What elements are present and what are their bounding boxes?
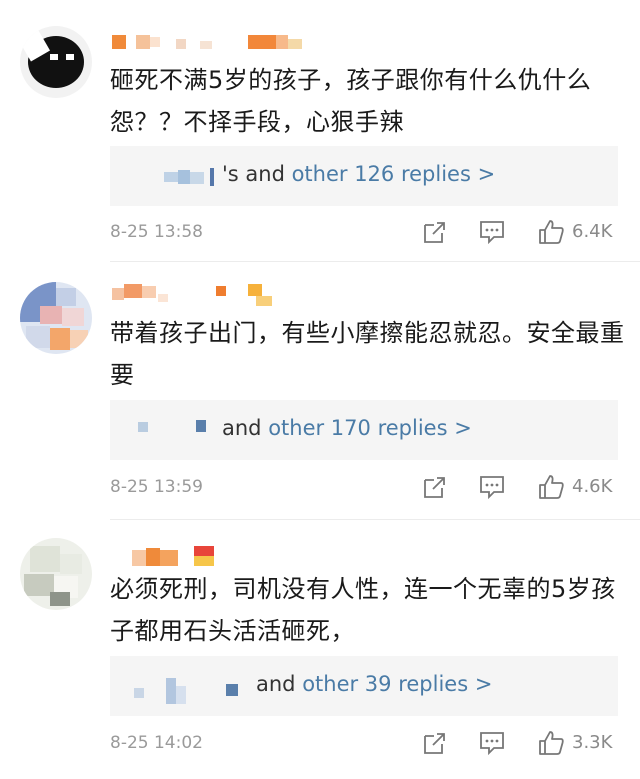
reply-prefix: and: [222, 416, 269, 440]
username-blurred[interactable]: [112, 284, 282, 306]
timestamp: 8-25 13:58: [110, 222, 203, 242]
reply-preview[interactable]: 's and other 126 replies >: [110, 146, 618, 206]
comment-text: 必须死刑，司机没有人性，连一个无辜的5岁孩子都用石头活活砸死，: [110, 575, 616, 645]
divider: [110, 519, 640, 520]
share-icon[interactable]: [422, 474, 450, 502]
comment-item: 必须死刑，司机没有人性，连一个无辜的5岁孩子都用石头活活砸死， and othe…: [0, 524, 640, 779]
reply-summary[interactable]: and other 170 replies >: [222, 413, 472, 443]
like-count: 3.3K: [572, 732, 613, 753]
share-icon[interactable]: [422, 730, 450, 758]
like-icon[interactable]: [537, 473, 565, 501]
reply-prefix: 's and: [222, 162, 292, 186]
reply-preview[interactable]: and other 39 replies >: [110, 656, 618, 716]
like-icon[interactable]: [537, 729, 565, 757]
comment-text: 砸死不满5岁的孩子，孩子跟你有什么仇什么怨？？不择手段，心狠手辣: [110, 66, 592, 136]
comment-icon[interactable]: [478, 730, 506, 758]
more-replies-link[interactable]: other 126 replies >: [292, 162, 496, 186]
more-replies-link[interactable]: other 39 replies >: [302, 672, 492, 696]
avatar[interactable]: [20, 282, 92, 354]
username-blurred[interactable]: [112, 33, 312, 55]
reply-prefix: and: [256, 672, 303, 696]
like-count: 4.6K: [572, 476, 613, 497]
like-icon[interactable]: [537, 218, 565, 246]
timestamp: 8-25 14:02: [110, 733, 203, 753]
reply-preview[interactable]: and other 170 replies >: [110, 400, 618, 460]
comment-item: 砸死不满5岁的孩子，孩子跟你有什么仇什么怨？？不择手段，心狠手辣 's and …: [0, 0, 640, 262]
like-count: 6.4K: [572, 221, 613, 242]
share-icon[interactable]: [422, 219, 450, 247]
timestamp: 8-25 13:59: [110, 477, 203, 497]
comment-icon[interactable]: [478, 219, 506, 247]
comment-item: 带着孩子出门，有些小摩擦能忍就忍。安全最重要 and other 170 rep…: [0, 262, 640, 524]
avatar[interactable]: [20, 26, 92, 98]
username-blurred[interactable]: [112, 546, 232, 568]
more-replies-link[interactable]: other 170 replies >: [268, 416, 472, 440]
reply-summary[interactable]: and other 39 replies >: [256, 669, 492, 699]
reply-summary[interactable]: 's and other 126 replies >: [222, 159, 495, 189]
comment-text: 带着孩子出门，有些小摩擦能忍就忍。安全最重要: [110, 319, 625, 389]
comment-icon[interactable]: [478, 474, 506, 502]
avatar[interactable]: [20, 538, 92, 610]
